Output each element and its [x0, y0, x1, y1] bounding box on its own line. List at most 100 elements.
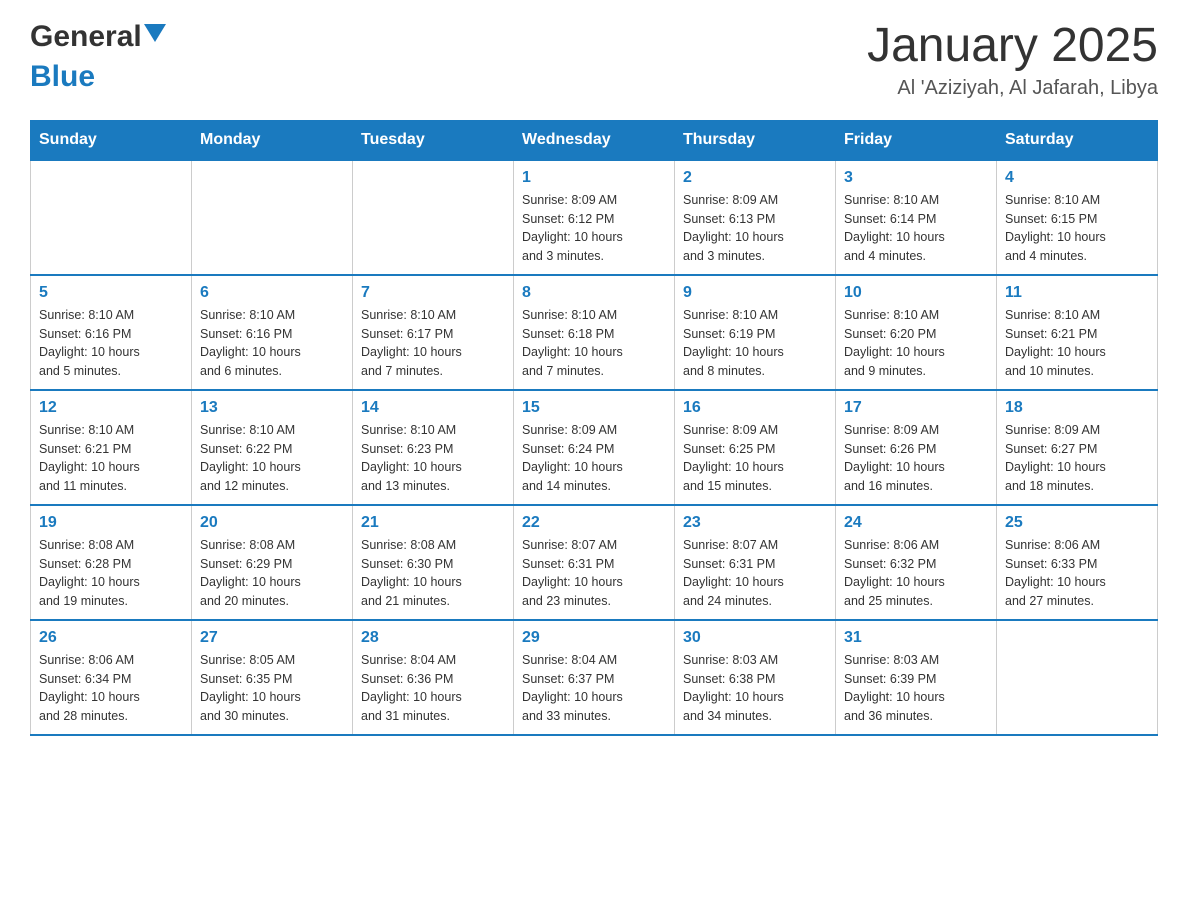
calendar-day-header: Tuesday	[353, 120, 514, 160]
calendar-cell: 29 Sunrise: 8:04 AMSunset: 6:37 PMDayligh…	[514, 620, 675, 735]
day-number: 29	[522, 629, 666, 647]
calendar-cell: 4 Sunrise: 8:10 AMSunset: 6:15 PMDaylight…	[997, 160, 1158, 275]
day-info: Sunrise: 8:03 AMSunset: 6:38 PMDaylight:…	[683, 651, 827, 726]
day-info: Sunrise: 8:10 AMSunset: 6:16 PMDaylight:…	[200, 306, 344, 381]
day-number: 9	[683, 284, 827, 302]
day-number: 12	[39, 399, 183, 417]
calendar-cell: 21 Sunrise: 8:08 AMSunset: 6:30 PMDayligh…	[353, 505, 514, 620]
calendar-cell: 14Sunrise: 8:10 AMSunset: 6:23 PMDayligh…	[353, 390, 514, 505]
calendar-cell: 7Sunrise: 8:10 AMSunset: 6:17 PMDaylight…	[353, 275, 514, 390]
day-info: Sunrise: 8:05 AMSunset: 6:35 PMDaylight:…	[200, 651, 344, 726]
calendar-day-header: Thursday	[675, 120, 836, 160]
calendar-table: SundayMondayTuesdayWednesdayThursdayFrid…	[30, 120, 1158, 736]
calendar-cell: 31Sunrise: 8:03 AMSunset: 6:39 PMDayligh…	[836, 620, 997, 735]
calendar-day-header: Saturday	[997, 120, 1158, 160]
day-info: Sunrise: 8:07 AMSunset: 6:31 PMDaylight:…	[683, 536, 827, 611]
calendar-cell: 11 Sunrise: 8:10 AMSunset: 6:21 PMDayligh…	[997, 275, 1158, 390]
day-number: 4	[1005, 169, 1149, 187]
day-info: Sunrise: 8:10 AMSunset: 6:14 PMDaylight:…	[844, 191, 988, 266]
logo-triangle-icon	[144, 24, 166, 47]
day-number: 3	[844, 169, 988, 187]
day-info: Sunrise: 8:03 AMSunset: 6:39 PMDaylight:…	[844, 651, 988, 726]
day-number: 24	[844, 514, 988, 532]
calendar-week-row: 5 Sunrise: 8:10 AMSunset: 6:16 PMDaylight…	[31, 275, 1158, 390]
day-number: 25	[1005, 514, 1149, 532]
calendar-cell: 22 Sunrise: 8:07 AMSunset: 6:31 PMDayligh…	[514, 505, 675, 620]
logo-blue-text: Blue	[30, 60, 95, 93]
calendar-cell: 19Sunrise: 8:08 AMSunset: 6:28 PMDayligh…	[31, 505, 192, 620]
calendar-week-row: 19Sunrise: 8:08 AMSunset: 6:28 PMDayligh…	[31, 505, 1158, 620]
title-section: January 2025 Al 'Aziziyah, Al Jafarah, L…	[867, 20, 1158, 100]
calendar-cell: 23 Sunrise: 8:07 AMSunset: 6:31 PMDayligh…	[675, 505, 836, 620]
day-number: 11	[1005, 284, 1149, 302]
calendar-day-header: Sunday	[31, 120, 192, 160]
calendar-cell: 15 Sunrise: 8:09 AMSunset: 6:24 PMDayligh…	[514, 390, 675, 505]
page-header: General Blue January 2025 Al 'Aziziyah, …	[30, 20, 1158, 100]
day-info: Sunrise: 8:04 AMSunset: 6:36 PMDaylight:…	[361, 651, 505, 726]
day-info: Sunrise: 8:10 AMSunset: 6:20 PMDaylight:…	[844, 306, 988, 381]
calendar-cell	[31, 160, 192, 275]
day-number: 26	[39, 629, 183, 647]
day-info: Sunrise: 8:08 AMSunset: 6:30 PMDaylight:…	[361, 536, 505, 611]
calendar-day-header: Friday	[836, 120, 997, 160]
day-number: 6	[200, 284, 344, 302]
day-info: Sunrise: 8:09 AMSunset: 6:25 PMDaylight:…	[683, 421, 827, 496]
calendar-cell: 26 Sunrise: 8:06 AMSunset: 6:34 PMDayligh…	[31, 620, 192, 735]
calendar-cell	[997, 620, 1158, 735]
day-number: 21	[361, 514, 505, 532]
day-info: Sunrise: 8:07 AMSunset: 6:31 PMDaylight:…	[522, 536, 666, 611]
day-number: 2	[683, 169, 827, 187]
calendar-cell: 18 Sunrise: 8:09 AMSunset: 6:27 PMDayligh…	[997, 390, 1158, 505]
day-info: Sunrise: 8:10 AMSunset: 6:15 PMDaylight:…	[1005, 191, 1149, 266]
day-info: Sunrise: 8:10 AMSunset: 6:23 PMDaylight:…	[361, 421, 505, 496]
calendar-header-row: SundayMondayTuesdayWednesdayThursdayFrid…	[31, 120, 1158, 160]
day-info: Sunrise: 8:10 AMSunset: 6:16 PMDaylight:…	[39, 306, 183, 381]
day-number: 8	[522, 284, 666, 302]
calendar-cell: 20Sunrise: 8:08 AMSunset: 6:29 PMDayligh…	[192, 505, 353, 620]
day-info: Sunrise: 8:09 AMSunset: 6:27 PMDaylight:…	[1005, 421, 1149, 496]
calendar-cell: 3 Sunrise: 8:10 AMSunset: 6:14 PMDaylight…	[836, 160, 997, 275]
calendar-cell	[353, 160, 514, 275]
logo: General Blue	[30, 20, 166, 94]
calendar-cell: 9 Sunrise: 8:10 AMSunset: 6:19 PMDaylight…	[675, 275, 836, 390]
day-number: 17	[844, 399, 988, 417]
calendar-cell: 10 Sunrise: 8:10 AMSunset: 6:20 PMDayligh…	[836, 275, 997, 390]
calendar-week-row: 1Sunrise: 8:09 AMSunset: 6:12 PMDaylight…	[31, 160, 1158, 275]
day-number: 22	[522, 514, 666, 532]
calendar-cell: 24 Sunrise: 8:06 AMSunset: 6:32 PMDayligh…	[836, 505, 997, 620]
calendar-cell: 13Sunrise: 8:10 AMSunset: 6:22 PMDayligh…	[192, 390, 353, 505]
calendar-cell: 2Sunrise: 8:09 AMSunset: 6:13 PMDaylight…	[675, 160, 836, 275]
day-info: Sunrise: 8:10 AMSunset: 6:18 PMDaylight:…	[522, 306, 666, 381]
day-number: 19	[39, 514, 183, 532]
month-title: January 2025	[867, 20, 1158, 73]
day-number: 5	[39, 284, 183, 302]
calendar-cell: 8 Sunrise: 8:10 AMSunset: 6:18 PMDaylight…	[514, 275, 675, 390]
day-number: 1	[522, 169, 666, 187]
day-number: 10	[844, 284, 988, 302]
day-number: 27	[200, 629, 344, 647]
calendar-week-row: 12Sunrise: 8:10 AMSunset: 6:21 PMDayligh…	[31, 390, 1158, 505]
calendar-cell: 6 Sunrise: 8:10 AMSunset: 6:16 PMDaylight…	[192, 275, 353, 390]
calendar-cell: 12Sunrise: 8:10 AMSunset: 6:21 PMDayligh…	[31, 390, 192, 505]
calendar-week-row: 26 Sunrise: 8:06 AMSunset: 6:34 PMDayligh…	[31, 620, 1158, 735]
day-info: Sunrise: 8:06 AMSunset: 6:33 PMDaylight:…	[1005, 536, 1149, 611]
day-info: Sunrise: 8:06 AMSunset: 6:32 PMDaylight:…	[844, 536, 988, 611]
day-number: 18	[1005, 399, 1149, 417]
day-number: 23	[683, 514, 827, 532]
calendar-cell: 17Sunrise: 8:09 AMSunset: 6:26 PMDayligh…	[836, 390, 997, 505]
day-info: Sunrise: 8:10 AMSunset: 6:19 PMDaylight:…	[683, 306, 827, 381]
location-title: Al 'Aziziyah, Al Jafarah, Libya	[867, 77, 1158, 100]
calendar-cell: 1Sunrise: 8:09 AMSunset: 6:12 PMDaylight…	[514, 160, 675, 275]
day-number: 15	[522, 399, 666, 417]
calendar-day-header: Wednesday	[514, 120, 675, 160]
calendar-day-header: Monday	[192, 120, 353, 160]
logo-general-text: General	[30, 20, 142, 54]
day-info: Sunrise: 8:06 AMSunset: 6:34 PMDaylight:…	[39, 651, 183, 726]
day-number: 7	[361, 284, 505, 302]
calendar-cell: 30Sunrise: 8:03 AMSunset: 6:38 PMDayligh…	[675, 620, 836, 735]
day-info: Sunrise: 8:04 AMSunset: 6:37 PMDaylight:…	[522, 651, 666, 726]
day-number: 16	[683, 399, 827, 417]
calendar-cell: 27 Sunrise: 8:05 AMSunset: 6:35 PMDayligh…	[192, 620, 353, 735]
day-info: Sunrise: 8:10 AMSunset: 6:21 PMDaylight:…	[1005, 306, 1149, 381]
day-info: Sunrise: 8:09 AMSunset: 6:24 PMDaylight:…	[522, 421, 666, 496]
